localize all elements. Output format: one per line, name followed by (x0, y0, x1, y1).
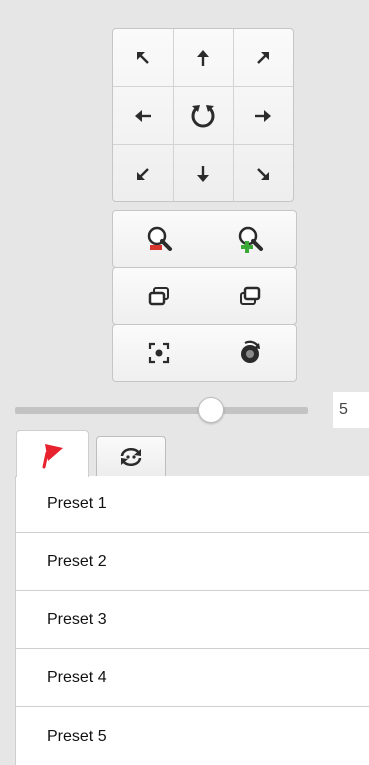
pan-down-right-icon (257, 168, 269, 180)
pan-down-button[interactable] (173, 145, 233, 203)
pan-right-button[interactable] (233, 87, 293, 145)
iris-open-icon (148, 342, 169, 364)
focus-far-button[interactable] (205, 268, 297, 324)
pan-down-left-icon (137, 168, 149, 180)
pan-left-icon (135, 110, 151, 122)
pan-right-icon (255, 110, 271, 122)
zoom-out-button[interactable] (113, 211, 205, 267)
iris-close-icon (241, 340, 261, 363)
focus-control (112, 267, 297, 325)
list-item[interactable]: Preset 5 (16, 708, 369, 765)
pan-up-right-button[interactable] (233, 29, 293, 87)
flag-icon (42, 444, 63, 469)
iris-open-button[interactable] (113, 325, 205, 381)
speed-slider-handle[interactable] (198, 397, 225, 423)
auto-rotate-icon (191, 105, 215, 128)
pan-up-left-button[interactable] (113, 29, 173, 87)
auto-rotate-button[interactable] (173, 87, 233, 145)
speed-slider-track[interactable] (15, 407, 308, 414)
pan-down-icon (197, 166, 209, 182)
patrol-tab[interactable] (96, 436, 166, 476)
focus-near-icon (148, 287, 169, 306)
list-item[interactable]: Preset 3 (16, 592, 369, 649)
zoom-in-button[interactable] (205, 211, 297, 267)
pan-down-left-button[interactable] (113, 145, 173, 203)
focus-far-icon (240, 286, 261, 305)
zoom-out-icon (147, 226, 172, 251)
speed-value: 5 (333, 392, 369, 428)
pan-up-icon (197, 50, 209, 66)
list-item[interactable]: Preset 1 (16, 476, 369, 533)
zoom-control (112, 210, 297, 268)
pan-down-right-button[interactable] (233, 145, 293, 203)
pan-up-button[interactable] (173, 29, 233, 87)
preset-tab[interactable] (16, 430, 89, 477)
iris-control (112, 324, 297, 382)
pan-up-right-icon (257, 52, 269, 64)
pan-up-left-icon (137, 52, 149, 64)
ptz-direction-pad (112, 28, 294, 202)
list-item[interactable]: Preset 2 (16, 534, 369, 591)
pan-left-button[interactable] (113, 87, 173, 145)
focus-near-button[interactable] (113, 268, 205, 324)
preset-list: Preset 1 Preset 2 Preset 3 Preset 4 Pres… (15, 476, 369, 765)
zoom-in-icon (239, 226, 264, 253)
list-item[interactable]: Preset 4 (16, 650, 369, 707)
patrol-icon (120, 447, 142, 466)
iris-close-button[interactable] (205, 325, 297, 381)
